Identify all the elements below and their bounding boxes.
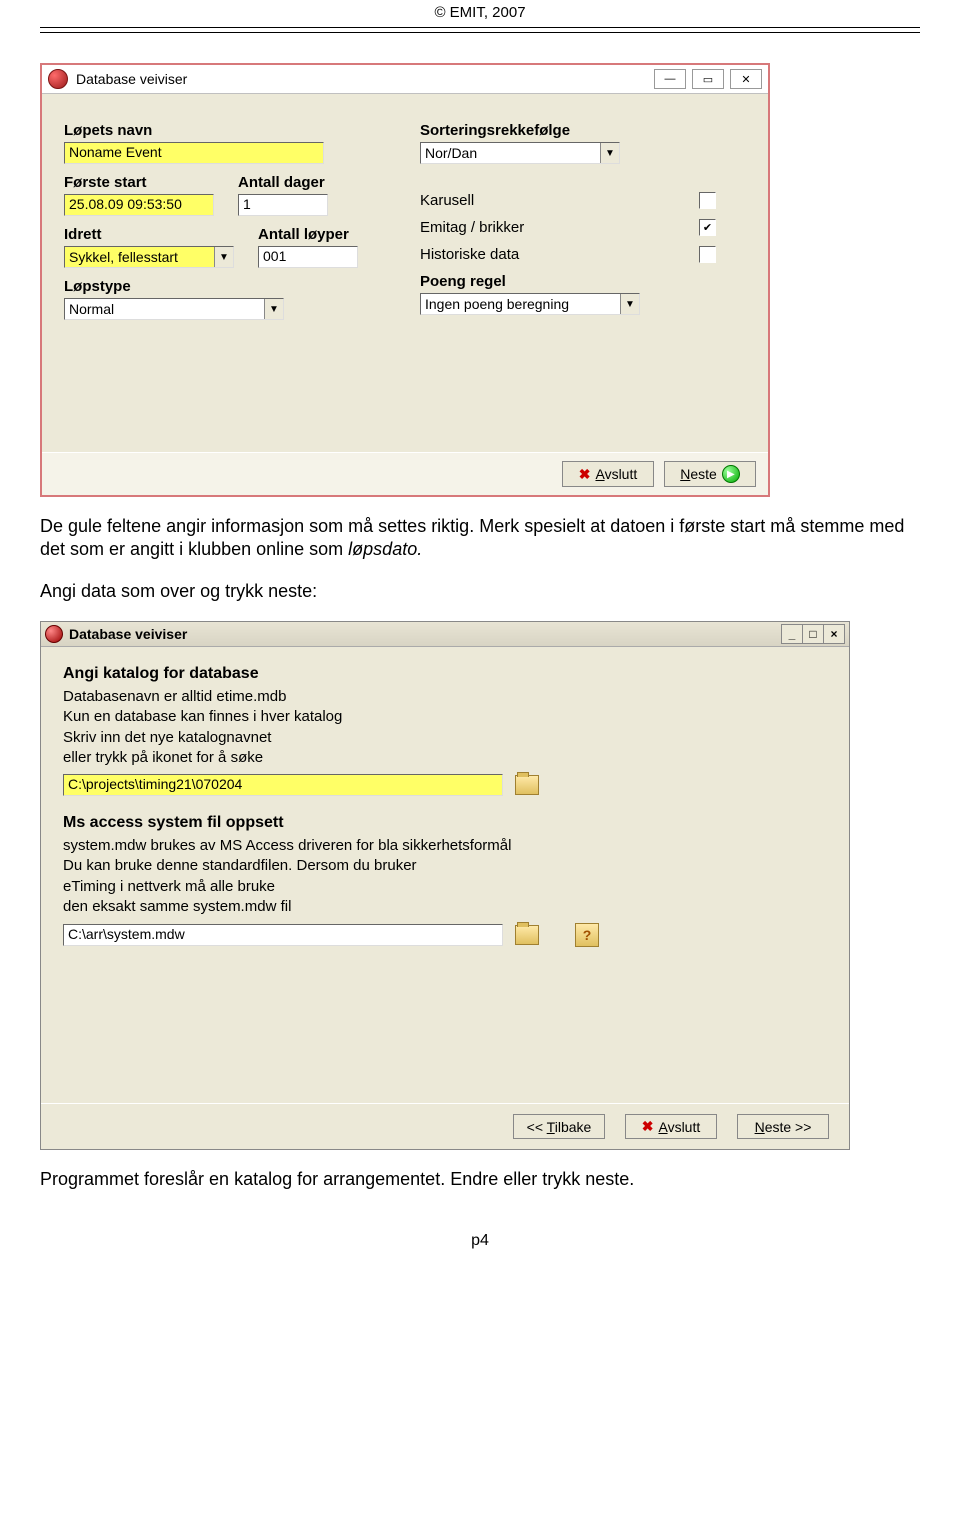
arrow-right-icon: ▶ — [722, 465, 740, 483]
wizard-window-2: Database veiviser _ □ × Angi katalog for… — [40, 621, 850, 1150]
mdw-path-input[interactable]: C:\arr\system.mdw — [63, 924, 503, 946]
emitag-checkbox[interactable]: ✔ — [699, 219, 716, 236]
titlebar: Database veiviser — ▭ ✕ — [42, 65, 768, 94]
event-name-input[interactable]: Noname Event — [64, 142, 324, 164]
maximize-icon[interactable]: □ — [802, 624, 824, 644]
db-path-input[interactable]: C:\projects\timing21\070204 — [63, 774, 503, 796]
pointrule-select[interactable]: Ingen poeng beregning ▼ — [420, 293, 640, 315]
app-icon — [45, 625, 63, 643]
label-historic: Historiske data — [420, 246, 519, 263]
window-title: Database veiviser — [69, 626, 776, 642]
sort-value: Nor/Dan — [421, 144, 600, 162]
chevron-down-icon[interactable]: ▼ — [264, 299, 283, 319]
courses-input[interactable]: 001 — [258, 246, 358, 268]
label-sport: Idrett — [64, 226, 234, 243]
label-sort: Sorteringsrekkefølge — [420, 122, 746, 139]
label-days: Antall dager — [238, 174, 328, 191]
racetype-value: Normal — [65, 300, 264, 318]
chevron-down-icon[interactable]: ▼ — [600, 143, 619, 163]
section1-line2: Kun en database kan finnes i hver katalo… — [63, 707, 827, 727]
section2-line4: den eksakt samme system.mdw fil — [63, 897, 827, 917]
chevron-down-icon[interactable]: ▼ — [214, 247, 233, 267]
label-karusell: Karusell — [420, 192, 474, 209]
sport-select[interactable]: Sykkel, fellesstart ▼ — [64, 246, 234, 268]
cancel-button[interactable]: ✖ Avslutt — [625, 1114, 717, 1139]
section2-heading: Ms access system fil oppsett — [63, 814, 827, 832]
wizard-window-1: Database veiviser — ▭ ✕ Løpets navn Nona… — [40, 63, 770, 497]
section1-heading: Angi katalog for database — [63, 665, 827, 683]
section1-line3: Skriv inn det nye katalognavnet — [63, 728, 827, 748]
app-icon — [48, 69, 68, 89]
minimize-icon[interactable]: — — [654, 69, 686, 89]
folder-icon[interactable] — [515, 775, 539, 795]
x-icon: ✖ — [642, 1118, 654, 1135]
x-icon: ✖ — [579, 466, 591, 483]
label-racetype: Løpstype — [64, 278, 390, 295]
label-courses: Antall løyper — [258, 226, 358, 243]
first-start-input[interactable]: 25.08.09 09:53:50 — [64, 194, 214, 216]
page-number: p4 — [40, 1232, 920, 1250]
sport-value: Sykkel, fellesstart — [65, 248, 214, 266]
button-bar: << Tilbake ✖ Avslutt Neste >> — [41, 1103, 849, 1149]
historic-checkbox[interactable] — [699, 246, 716, 263]
button-bar: ✖ Avslutt Neste ▶ — [42, 452, 768, 495]
pointrule-value: Ingen poeng beregning — [421, 295, 620, 313]
paragraph-3: Programmet foreslår en katalog for arran… — [40, 1168, 920, 1191]
karusell-checkbox[interactable] — [699, 192, 716, 209]
help-icon[interactable]: ? — [575, 923, 599, 947]
paragraph-1: De gule feltene angir informasjon som må… — [40, 515, 920, 562]
section1-line1: Databasenavn er alltid etime.mdb — [63, 687, 827, 707]
close-icon[interactable]: × — [823, 624, 845, 644]
label-pointrule: Poeng regel — [420, 273, 746, 290]
paragraph-2: Angi data som over og trykk neste: — [40, 580, 920, 603]
section2-line3: eTiming i nettverk må alle bruke — [63, 877, 827, 897]
window-title: Database veiviser — [76, 71, 646, 87]
minimize-icon[interactable]: _ — [781, 624, 803, 644]
racetype-select[interactable]: Normal ▼ — [64, 298, 284, 320]
cancel-button[interactable]: ✖ Avslutt — [562, 461, 654, 487]
section1-line4: eller trykk på ikonet for å søke — [63, 748, 827, 768]
maximize-icon[interactable]: ▭ — [692, 69, 724, 89]
folder-icon[interactable] — [515, 925, 539, 945]
label-emitag: Emitag / brikker — [420, 219, 524, 236]
page-header: © EMIT, 2007 — [40, 0, 920, 28]
label-first-start: Første start — [64, 174, 214, 191]
days-input[interactable]: 1 — [238, 194, 328, 216]
section2-line2: Du kan bruke denne standardfilen. Dersom… — [63, 856, 827, 876]
close-icon[interactable]: ✕ — [730, 69, 762, 89]
section2-line1: system.mdw brukes av MS Access driveren … — [63, 836, 827, 856]
next-button[interactable]: Neste >> — [737, 1114, 829, 1139]
label-event-name: Løpets navn — [64, 122, 390, 139]
sort-select[interactable]: Nor/Dan ▼ — [420, 142, 620, 164]
titlebar: Database veiviser _ □ × — [41, 622, 849, 647]
back-button[interactable]: << Tilbake — [513, 1114, 605, 1139]
next-button[interactable]: Neste ▶ — [664, 461, 756, 487]
chevron-down-icon[interactable]: ▼ — [620, 294, 639, 314]
